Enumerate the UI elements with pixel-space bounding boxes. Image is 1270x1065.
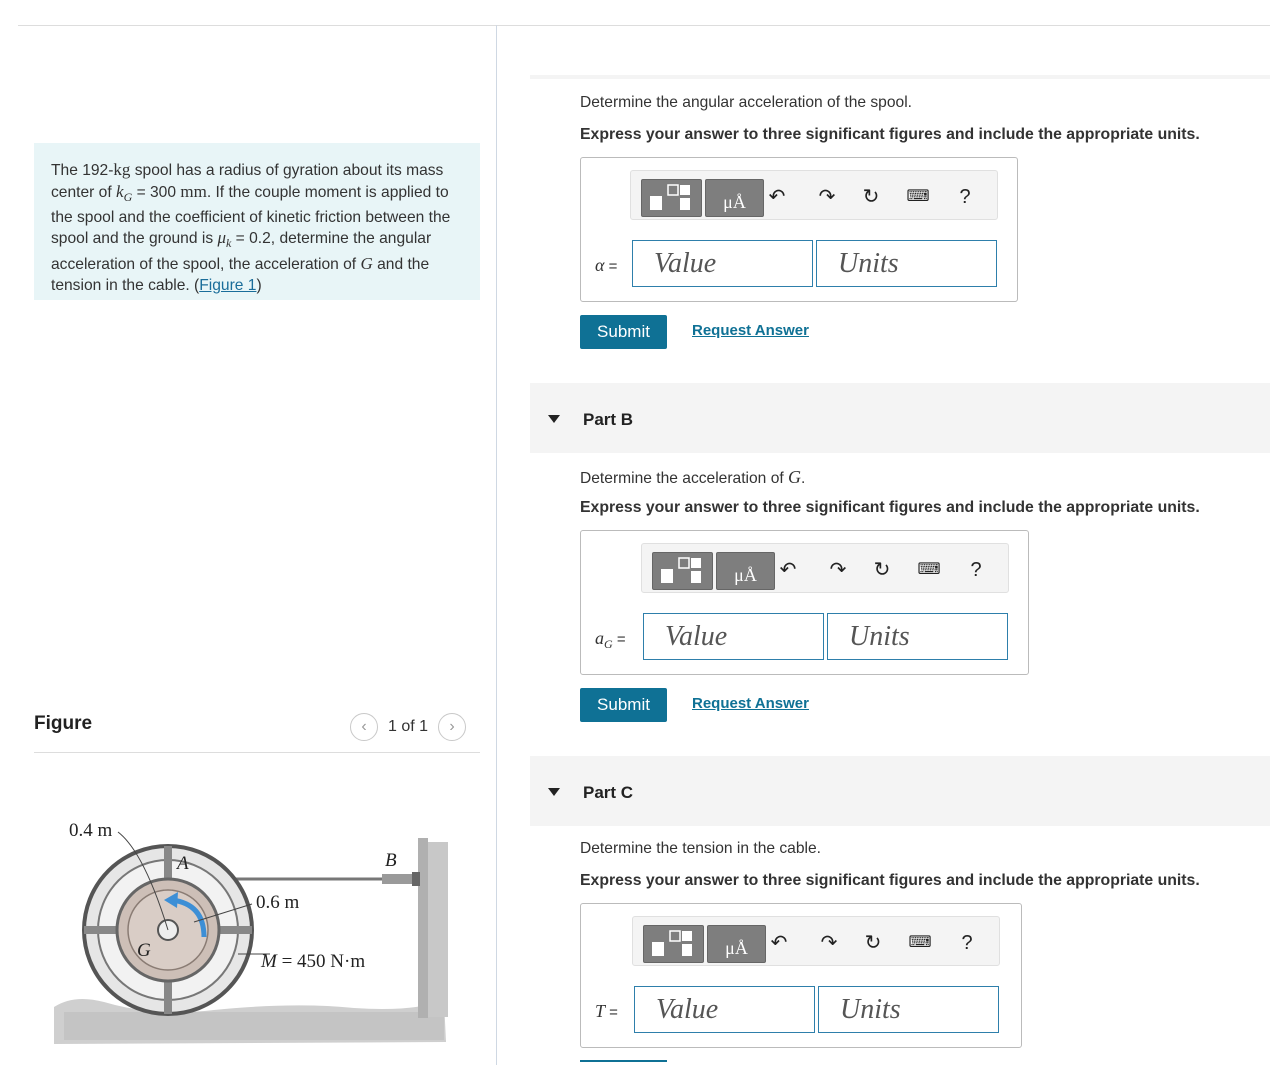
label-moment: M = 450 N·m <box>260 951 365 972</box>
wall-edge <box>418 838 428 1018</box>
equation-toolbar: μÅ ↶ ↷ ↻ ⌨ ? <box>632 916 1000 966</box>
units-icon[interactable]: μÅ <box>705 179 764 217</box>
undo-icon[interactable]: ↶ <box>767 931 791 955</box>
problem-text: The 192- <box>51 162 114 179</box>
problem-statement: The 192-kg spool has a radius of gyratio… <box>34 143 480 300</box>
redo-icon[interactable]: ↷ <box>817 931 841 955</box>
units-input[interactable]: Units <box>827 613 1008 660</box>
redo-icon[interactable]: ↷ <box>815 185 839 209</box>
math-kg: kg <box>113 160 131 179</box>
value-input[interactable]: Value <box>634 986 815 1033</box>
cable-anchor <box>412 872 420 886</box>
math-mu: μ <box>217 228 226 248</box>
math-g: G <box>360 254 373 274</box>
collapse-triangle-icon[interactable] <box>548 788 560 796</box>
part-c-header[interactable]: Part C <box>530 756 1270 826</box>
units-icon[interactable]: μÅ <box>707 925 766 963</box>
part-b-header[interactable]: Part B <box>530 383 1270 453</box>
figure-pager: ‹ 1 of 1 › <box>350 712 467 742</box>
part-a-answer-box: μÅ ↶ ↷ ↻ ⌨ ? α = Value Units <box>580 157 1018 302</box>
part-a-instruction: Express your answer to three significant… <box>580 126 1200 143</box>
part-b-title: Part B <box>583 410 634 429</box>
part-b-answer-box: μÅ ↶ ↷ ↻ ⌨ ? aG = Value Units <box>580 530 1029 675</box>
submit-button[interactable]: Submit <box>580 688 667 722</box>
part-b-question: Determine the acceleration of G. <box>580 467 806 487</box>
panel-divider[interactable] <box>496 25 497 1065</box>
templates-icon[interactable] <box>652 552 713 590</box>
math-mm: mm <box>180 181 207 201</box>
redo-icon[interactable]: ↷ <box>826 558 850 582</box>
keyboard-icon[interactable]: ⌨ <box>906 185 930 209</box>
label-point-b: B <box>385 850 397 871</box>
figure-title: Figure <box>34 713 93 734</box>
value-input[interactable]: Value <box>643 613 824 660</box>
spool-figure: 0.4 m 0.6 m A B G M = 450 N·m <box>54 820 448 1044</box>
templates-icon[interactable] <box>641 179 702 217</box>
cable-fitting <box>382 874 412 884</box>
submit-button[interactable]: Submit <box>580 315 667 349</box>
help-icon[interactable]: ? <box>955 931 979 955</box>
part-c-answer-box: μÅ ↶ ↷ ↻ ⌨ ? T = Value Units <box>580 903 1022 1048</box>
label-point-g: G <box>137 940 151 961</box>
reset-icon[interactable]: ↻ <box>870 558 894 582</box>
part-b-instruction: Express your answer to three significant… <box>580 499 1200 516</box>
ground <box>64 1012 444 1040</box>
reset-icon[interactable]: ↻ <box>859 185 883 209</box>
top-divider <box>18 25 1270 26</box>
reset-icon[interactable]: ↻ <box>861 931 885 955</box>
tension-label: T = <box>595 1001 618 1021</box>
keyboard-icon[interactable]: ⌨ <box>917 558 941 582</box>
pager-label: 1 of 1 <box>388 718 429 735</box>
part-c-question: Determine the tension in the cable. <box>580 840 821 857</box>
request-answer-link[interactable]: Request Answer <box>692 695 809 712</box>
part-c-title: Part C <box>583 783 634 802</box>
keyboard-icon[interactable]: ⌨ <box>908 931 932 955</box>
part-c-instruction: Express your answer to three significant… <box>580 872 1200 889</box>
help-icon[interactable]: ? <box>964 558 988 582</box>
chevron-left-icon[interactable]: ‹ <box>350 713 378 741</box>
label-point-a: A <box>175 853 189 874</box>
figure-link[interactable]: Figure 1 <box>199 277 256 294</box>
chevron-right-icon[interactable]: › <box>438 713 467 741</box>
math-k: k <box>116 181 124 201</box>
problem-text: ) <box>256 276 262 294</box>
equation-toolbar: μÅ ↶ ↷ ↻ ⌨ ? <box>641 543 1009 593</box>
units-input[interactable]: Units <box>816 240 997 287</box>
undo-icon[interactable]: ↶ <box>776 558 800 582</box>
label-outer-radius: 0.4 m <box>69 820 113 841</box>
alpha-label: α = <box>595 255 618 275</box>
templates-icon[interactable] <box>643 925 704 963</box>
units-input[interactable]: Units <box>818 986 999 1033</box>
help-icon[interactable]: ? <box>953 185 977 209</box>
math-sub-g: G <box>123 189 133 204</box>
value-input[interactable]: Value <box>632 240 813 287</box>
undo-icon[interactable]: ↶ <box>765 185 789 209</box>
units-icon[interactable]: μÅ <box>716 552 775 590</box>
label-inner-radius: 0.6 m <box>256 892 300 913</box>
accel-g-label: aG = <box>595 628 626 651</box>
problem-text: = 300 <box>132 183 181 201</box>
figure-divider <box>34 752 480 753</box>
request-answer-link[interactable]: Request Answer <box>692 322 809 339</box>
equation-toolbar: μÅ ↶ ↷ ↻ ⌨ ? <box>630 170 998 220</box>
part-a-top-bar <box>530 75 1270 79</box>
part-a-question: Determine the angular acceleration of th… <box>580 94 912 111</box>
collapse-triangle-icon[interactable] <box>548 415 560 423</box>
